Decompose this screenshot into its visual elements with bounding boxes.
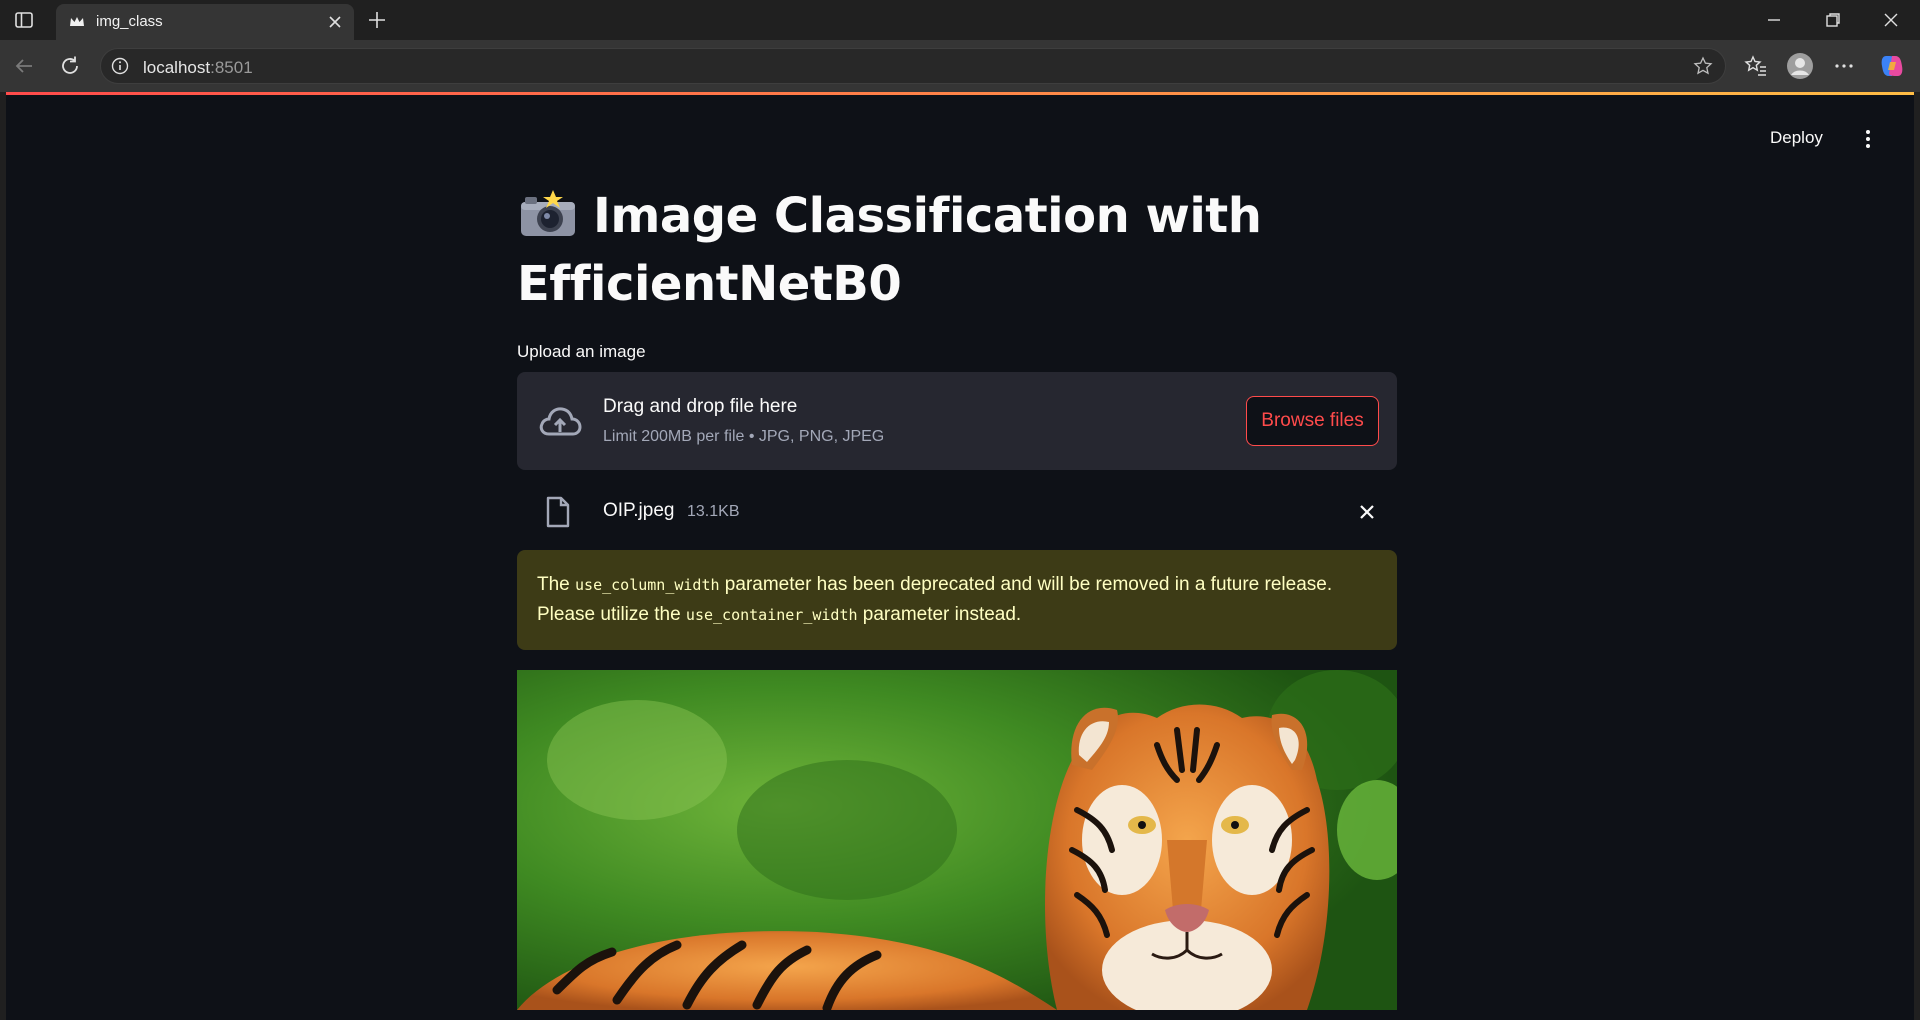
restore-icon[interactable] — [1822, 9, 1844, 31]
close-window-icon[interactable] — [1880, 9, 1902, 31]
favorite-star-icon[interactable] — [1693, 56, 1713, 76]
camera-flash-icon — [521, 190, 575, 236]
code-use-column-width: use_column_width — [575, 576, 720, 594]
file-dropzone[interactable]: Drag and drop file here Limit 200MB per … — [517, 372, 1397, 470]
more-options-icon[interactable] — [1830, 52, 1858, 80]
header-decoration-bar — [6, 92, 1914, 95]
cloud-upload-icon — [539, 407, 582, 436]
remove-file-icon[interactable] — [1357, 502, 1377, 522]
file-name: OIP.jpeg — [603, 500, 675, 521]
browser-toolbar: localhost:8501 — [0, 40, 1920, 92]
site-info-icon[interactable] — [111, 57, 129, 75]
deprecation-warning: The use_column_width parameter has been … — [517, 550, 1397, 650]
main-menu-icon[interactable] — [1858, 128, 1878, 150]
browser-tab[interactable]: img_class — [56, 4, 354, 40]
streamlit-crown-icon — [70, 17, 84, 26]
copilot-icon[interactable] — [1878, 52, 1906, 80]
tab-title: img_class — [96, 13, 163, 30]
reload-icon[interactable] — [58, 54, 82, 78]
favorites-icon[interactable] — [1742, 52, 1770, 80]
sidebar-toggle-icon[interactable] — [14, 10, 34, 30]
page-title: Image Classification with EfficientNetB0 — [517, 188, 1262, 312]
dropzone-limits: Limit 200MB per file • JPG, PNG, JPEG — [603, 428, 885, 445]
uploaded-image-tiger — [517, 670, 1397, 1010]
app-viewport: Deploy Image Classification with Efficie… — [6, 92, 1914, 1020]
file-icon — [546, 496, 570, 528]
uploader-label: Upload an image — [517, 342, 646, 361]
close-tab-icon[interactable] — [326, 13, 344, 31]
dropzone-title: Drag and drop file here — [603, 396, 798, 417]
browse-files-button[interactable]: Browse files — [1246, 396, 1379, 446]
back-arrow-icon[interactable] — [12, 54, 36, 78]
uploaded-file-row: OIP.jpeg 13.1KB — [517, 470, 1397, 550]
deploy-button[interactable]: Deploy — [1770, 128, 1823, 148]
browser-tab-bar: img_class — [0, 0, 1920, 40]
profile-avatar-icon[interactable] — [1786, 52, 1814, 80]
new-tab-icon[interactable] — [366, 9, 388, 31]
main-container: Image Classification with EfficientNetB0… — [517, 182, 1397, 1010]
file-size: 13.1KB — [687, 503, 740, 520]
address-bar[interactable]: localhost:8501 — [100, 48, 1726, 84]
url-text[interactable]: localhost:8501 — [143, 58, 253, 78]
minimize-icon[interactable] — [1763, 9, 1785, 31]
code-use-container-width: use_container_width — [685, 606, 858, 624]
